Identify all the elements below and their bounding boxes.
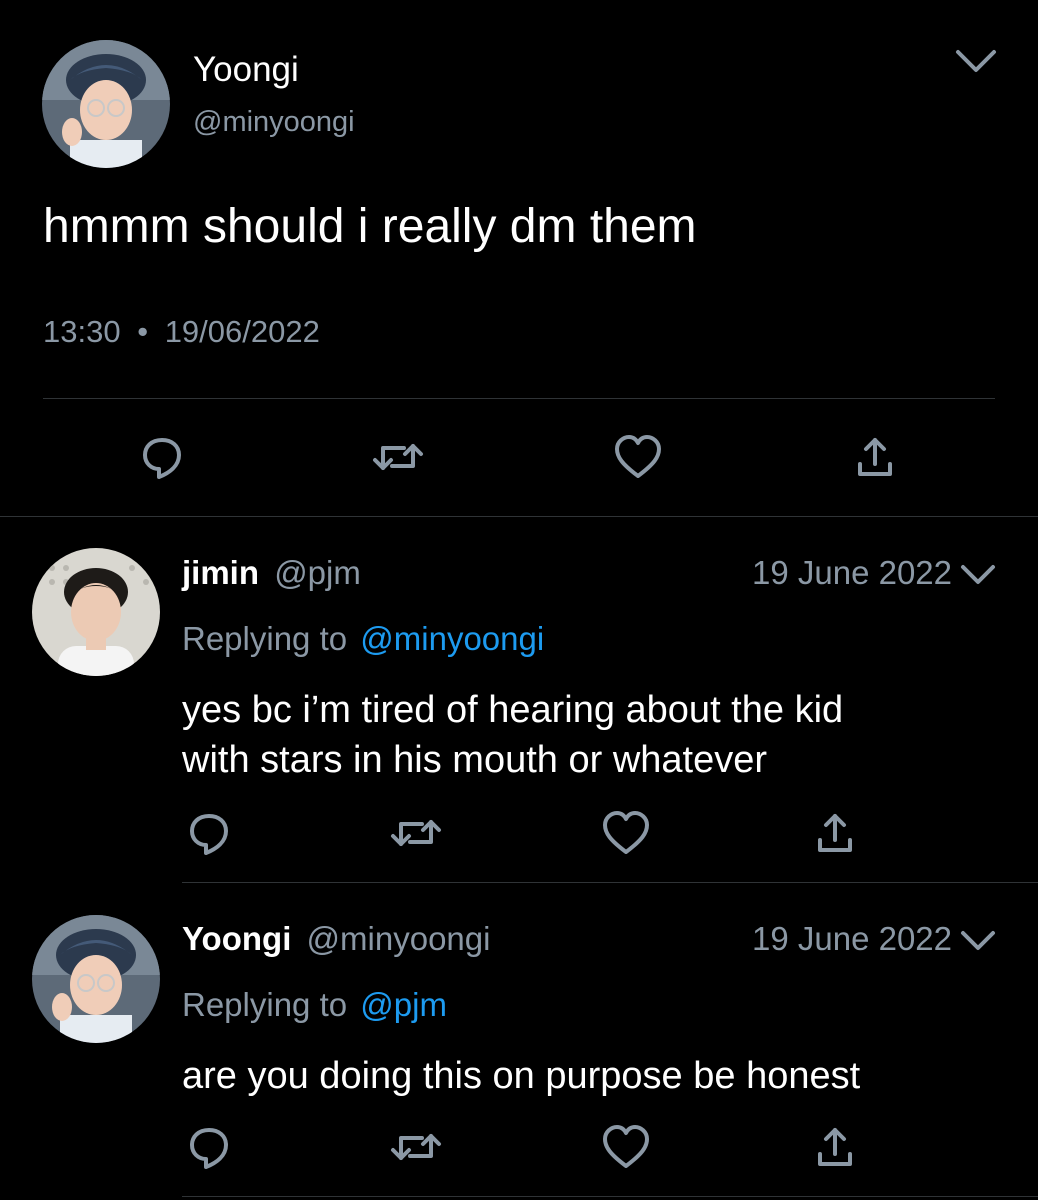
reply-button[interactable] [184, 1122, 234, 1172]
share-icon [818, 814, 852, 852]
retweet-icon [373, 444, 423, 470]
tweet-text: hmmm should i really dm them [43, 200, 697, 253]
divider [43, 398, 995, 399]
replying-prefix: Replying to [182, 986, 348, 1023]
tweet-text-line: are you doing this on purpose be honest [182, 1055, 861, 1097]
retweet-button[interactable] [388, 1122, 444, 1172]
timestamp-separator: • [137, 314, 149, 349]
chevron-down-icon [956, 50, 996, 72]
reply-date[interactable]: 19 June 2022 [700, 918, 952, 960]
share-icon [858, 438, 892, 476]
reply-icon [190, 1128, 228, 1169]
replying-to: Replying to @pjm [182, 984, 447, 1026]
reply-button[interactable] [137, 432, 187, 482]
retweet-button[interactable] [370, 432, 426, 482]
like-icon [603, 811, 649, 854]
share-button[interactable] [810, 1122, 860, 1172]
tweet-text-line: yes bc i’m tired of hearing about the ki… [182, 689, 844, 731]
avatar[interactable] [42, 40, 170, 168]
section-divider [182, 1196, 1038, 1197]
share-button[interactable] [850, 432, 900, 482]
reply-icon [190, 814, 228, 855]
like-icon [615, 435, 661, 478]
chevron-down-icon [961, 565, 995, 584]
tweet-menu-chevron[interactable] [958, 926, 998, 954]
tweet-text-line: with stars in his mouth or whatever [182, 739, 768, 781]
avatar[interactable] [32, 548, 160, 676]
like-button[interactable] [600, 1122, 652, 1172]
retweet-icon [391, 1134, 441, 1160]
avatar-jimin-image [32, 548, 160, 676]
section-divider [0, 516, 1038, 517]
replying-handle-link[interactable]: @pjm [360, 986, 447, 1023]
reply-button[interactable] [184, 808, 234, 858]
like-icon [603, 1125, 649, 1168]
share-icon [818, 1128, 852, 1166]
tweet-time: 13:30 [43, 314, 121, 349]
tweet-menu-chevron[interactable] [954, 46, 998, 76]
author-handle[interactable]: @minyoongi [193, 105, 355, 139]
tweet-timestamp: 13:30 • 19/06/2022 [43, 312, 320, 352]
reply-header: jimin @pjm [182, 552, 361, 594]
replying-to: Replying to @minyoongi [182, 618, 544, 660]
author-handle[interactable]: @minyoongi [307, 920, 491, 957]
like-button[interactable] [612, 432, 664, 482]
author-name[interactable]: Yoongi [182, 920, 291, 957]
author-handle[interactable]: @pjm [274, 554, 361, 591]
reply-header: Yoongi @minyoongi [182, 918, 490, 960]
chevron-down-icon [961, 931, 995, 950]
retweet-icon [391, 820, 441, 846]
avatar[interactable] [32, 915, 160, 1043]
reply-date[interactable]: 19 June 2022 [700, 552, 952, 594]
avatar-yoongi-image [42, 40, 170, 168]
like-button[interactable] [600, 808, 652, 858]
author-name[interactable]: jimin [182, 554, 259, 591]
retweet-button[interactable] [388, 808, 444, 858]
tweet-menu-chevron[interactable] [958, 560, 998, 588]
avatar-yoongi-image [32, 915, 160, 1043]
section-divider [182, 882, 1038, 883]
replying-handle-link[interactable]: @minyoongi [360, 620, 544, 657]
reply-icon [143, 438, 181, 479]
replying-prefix: Replying to [182, 620, 348, 657]
author-name[interactable]: Yoongi [193, 50, 299, 90]
share-button[interactable] [810, 808, 860, 858]
tweet-date: 19/06/2022 [164, 314, 320, 349]
